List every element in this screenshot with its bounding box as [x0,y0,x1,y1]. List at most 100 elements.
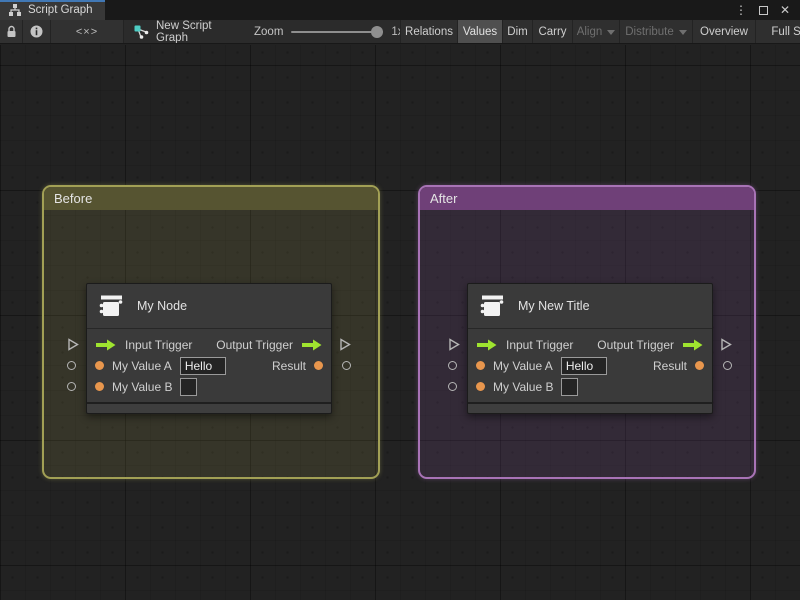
node-my-new-title[interactable]: My New Title Input Trigger Output Trigge… [448,283,732,414]
distribute-label: Distribute [625,26,674,38]
full-screen-button[interactable]: Full Screen [755,20,800,43]
value-a-label: My Value A [112,358,172,373]
node-header[interactable]: My New Title [468,284,712,329]
graph-canvas[interactable]: Before After My Node Input Trigger Outpu… [0,45,800,600]
value-b-input[interactable] [561,377,579,396]
port-row-trigger: Input Trigger Output Trigger [468,334,712,355]
value-b-label: My Value B [112,379,173,394]
result-label: Result [271,358,306,373]
zoom-label: Zoom [254,25,284,38]
graph-toolbar: <×> New Script Graph Zoom 1x Relations V… [0,20,800,44]
full-screen-label: Full Screen [771,26,800,38]
info-icon [30,25,43,38]
tab-script-graph[interactable]: Script Graph [0,0,105,20]
node-my-node[interactable]: My Node Input Trigger Output Trigger My … [67,283,351,414]
value-port-icon[interactable] [476,382,485,391]
graph-node-icon [134,25,149,39]
overview-label: Overview [700,26,748,38]
port-row-value-b: My Value B [87,376,331,397]
value-b-input[interactable] [180,377,198,396]
window-controls: ⋮ ✕ [732,0,800,20]
result-port-icon[interactable] [314,361,323,370]
trigger-in-arrow-icon[interactable] [95,338,117,352]
value-port-icon[interactable] [95,361,104,370]
distribute-button[interactable]: Distribute [619,20,692,43]
node-body: Input Trigger Output Trigger My Value A … [468,329,712,402]
relations-button[interactable]: Relations [400,20,457,43]
align-button[interactable]: Align [572,20,619,43]
group-after-header[interactable]: After [420,187,754,210]
unit-icon [98,294,125,318]
output-trigger-label: Output Trigger [597,337,674,352]
node-footer[interactable] [468,402,712,413]
node-body: Input Trigger Output Trigger My Value A … [87,329,331,402]
outer-result-port-icon[interactable] [723,361,732,370]
graph-name-button[interactable]: New Script Graph [124,20,236,43]
maximize-icon[interactable] [754,1,772,19]
node-title: My New Title [518,299,590,313]
trigger-in-arrow-icon[interactable] [476,338,498,352]
output-trigger-label: Output Trigger [216,337,293,352]
tab-bar: Script Graph ⋮ ✕ [0,0,800,20]
code-icon: <×> [75,25,99,38]
outer-trigger-out-port-icon[interactable] [339,338,351,351]
node-title: My Node [137,299,188,313]
outer-trigger-in-port-icon[interactable] [448,338,460,351]
unit-icon [479,294,506,318]
input-trigger-label: Input Trigger [506,337,574,352]
value-a-input[interactable] [179,356,226,375]
group-before-header[interactable]: Before [44,187,378,210]
value-port-icon[interactable] [95,382,104,391]
value-port-icon[interactable] [476,361,485,370]
zoom-slider[interactable] [291,20,384,43]
dim-button[interactable]: Dim [502,20,532,43]
outer-value-a-port-icon[interactable] [67,361,76,370]
values-label: Values [462,26,498,38]
outer-trigger-in-port-icon[interactable] [67,338,79,351]
group-title: Before [54,191,93,206]
value-b-label: My Value B [493,379,554,394]
group-title: After [430,191,458,206]
carry-label: Carry [538,26,567,38]
script-graph-icon [8,3,22,17]
input-trigger-label: Input Trigger [125,337,193,352]
code-view-button[interactable]: <×> [51,20,124,43]
value-a-input[interactable] [560,356,607,375]
align-label: Align [576,26,603,38]
trigger-out-arrow-icon[interactable] [682,338,704,352]
relations-label: Relations [405,26,453,38]
chevron-down-icon [678,30,687,35]
zoom-slider-track[interactable] [291,30,384,33]
outer-trigger-out-port-icon[interactable] [720,338,732,351]
chevron-down-icon [607,30,616,35]
outer-value-b-port-icon[interactable] [448,382,457,391]
outer-result-port-icon[interactable] [342,361,351,370]
port-row-value-a: My Value A Result [468,355,712,376]
info-button[interactable] [23,20,51,43]
node-footer[interactable] [87,402,331,413]
lock-button[interactable] [0,20,23,43]
node-header[interactable]: My Node [87,284,331,329]
port-row-value-b: My Value B [468,376,712,397]
graph-name-label: New Script Graph [156,20,212,44]
tab-title: Script Graph [28,4,93,16]
overview-button[interactable]: Overview [692,20,755,43]
outer-value-b-port-icon[interactable] [67,382,76,391]
values-button[interactable]: Values [457,20,502,43]
value-a-label: My Value A [493,358,553,373]
zoom-slider-thumb[interactable] [371,25,384,38]
toolbar-right-buttons: Relations Values Dim Carry Align Distrib… [400,20,800,43]
outer-value-a-port-icon[interactable] [448,361,457,370]
result-label: Result [652,358,687,373]
zoom-control: Zoom 1x [254,20,404,43]
close-icon[interactable]: ✕ [776,1,794,19]
trigger-out-arrow-icon[interactable] [301,338,323,352]
port-row-trigger: Input Trigger Output Trigger [87,334,331,355]
dim-label: Dim [507,26,528,38]
script-graph-window: Script Graph ⋮ ✕ <×> New Script Graph Zo… [0,0,800,600]
carry-button[interactable]: Carry [532,20,572,43]
lock-icon [6,25,17,38]
port-row-value-a: My Value A Result [87,355,331,376]
kebab-menu-icon[interactable]: ⋮ [732,1,750,19]
result-port-icon[interactable] [695,361,704,370]
